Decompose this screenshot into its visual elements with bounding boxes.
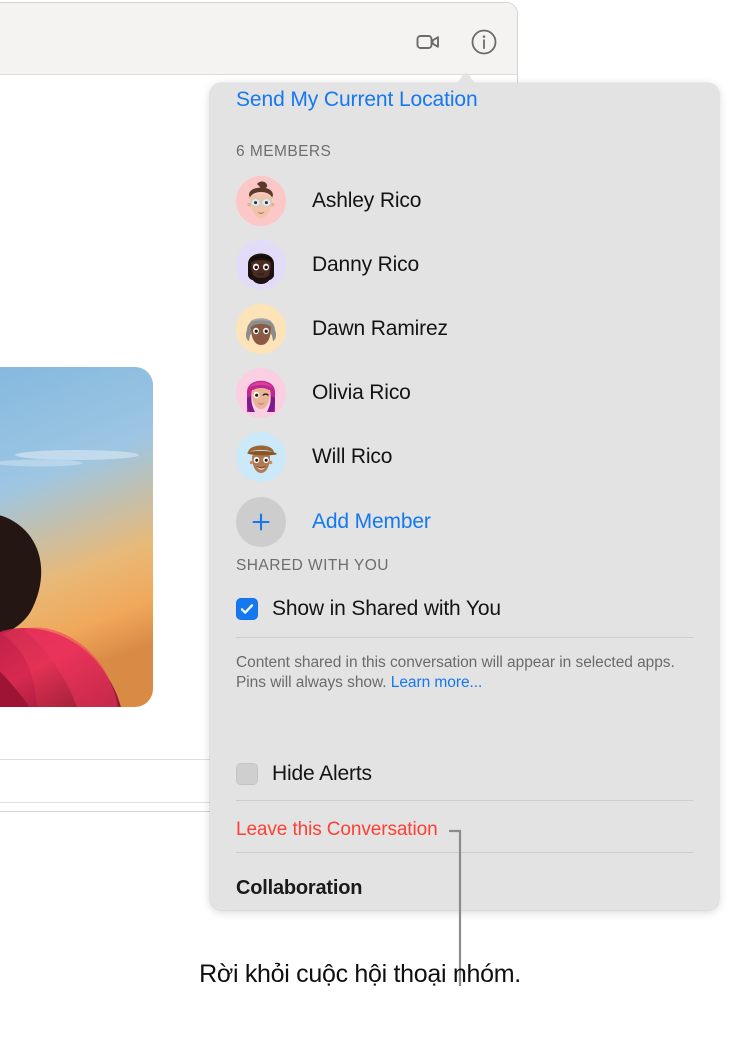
show-in-shared-with-you-label: Show in Shared with You [272,597,501,621]
member-name: Olivia Rico [312,381,411,405]
memoji-woman-glasses-icon [236,176,286,226]
memoji-man-beard-icon [236,240,286,290]
member-row[interactable]: Will Rico [236,430,692,484]
conversation-details-popover: Send My Current Location 6 MEMBERS [210,83,719,910]
checkbox-checked-icon[interactable] [236,598,258,620]
shared-with-you-section-label: SHARED WITH YOU [236,557,389,575]
separator [236,637,693,638]
info-circle-icon[interactable] [469,27,499,57]
separator [236,800,693,801]
send-current-location-link[interactable]: Send My Current Location [236,88,478,112]
member-name: Will Rico [312,445,392,469]
member-name: Dawn Ramirez [312,317,448,341]
toolbar-icon-group [413,27,499,57]
show-in-shared-with-you-row[interactable]: Show in Shared with You [236,597,501,621]
member-row[interactable]: Dawn Ramirez [236,302,692,356]
conversation-toolbar [0,3,517,75]
shared-photo-bubble[interactable] [0,367,153,707]
members-section-label: 6 MEMBERS [236,143,331,161]
checkbox-unchecked-icon[interactable] [236,763,258,785]
member-name: Danny Rico [312,253,419,277]
collaboration-section-heading: Collaboration [236,877,362,900]
add-member-label: Add Member [312,510,431,534]
memoji-woman-pink-hair-icon [236,368,286,418]
learn-more-link[interactable]: Learn more... [391,674,483,691]
plus-icon [236,497,286,547]
hide-alerts-label: Hide Alerts [272,762,372,786]
memoji-woman-gray-hair-icon [236,304,286,354]
leave-this-conversation-button[interactable]: Leave this Conversation [236,819,438,841]
member-name: Ashley Rico [312,189,421,213]
video-camera-icon[interactable] [413,27,443,57]
member-row[interactable]: Olivia Rico [236,366,692,420]
memoji-boy-cap-icon [236,432,286,482]
member-row[interactable]: Ashley Rico [236,174,692,228]
add-member-button[interactable]: Add Member [236,496,576,548]
callout-caption: Rời khỏi cuộc hội thoại nhóm. [150,958,570,991]
member-row[interactable]: Danny Rico [236,238,692,292]
hide-alerts-row[interactable]: Hide Alerts [236,762,372,786]
screenshot-root: Send My Current Location 6 MEMBERS [0,0,745,1043]
shared-with-you-footnote: Content shared in this conversation will… [236,653,698,692]
